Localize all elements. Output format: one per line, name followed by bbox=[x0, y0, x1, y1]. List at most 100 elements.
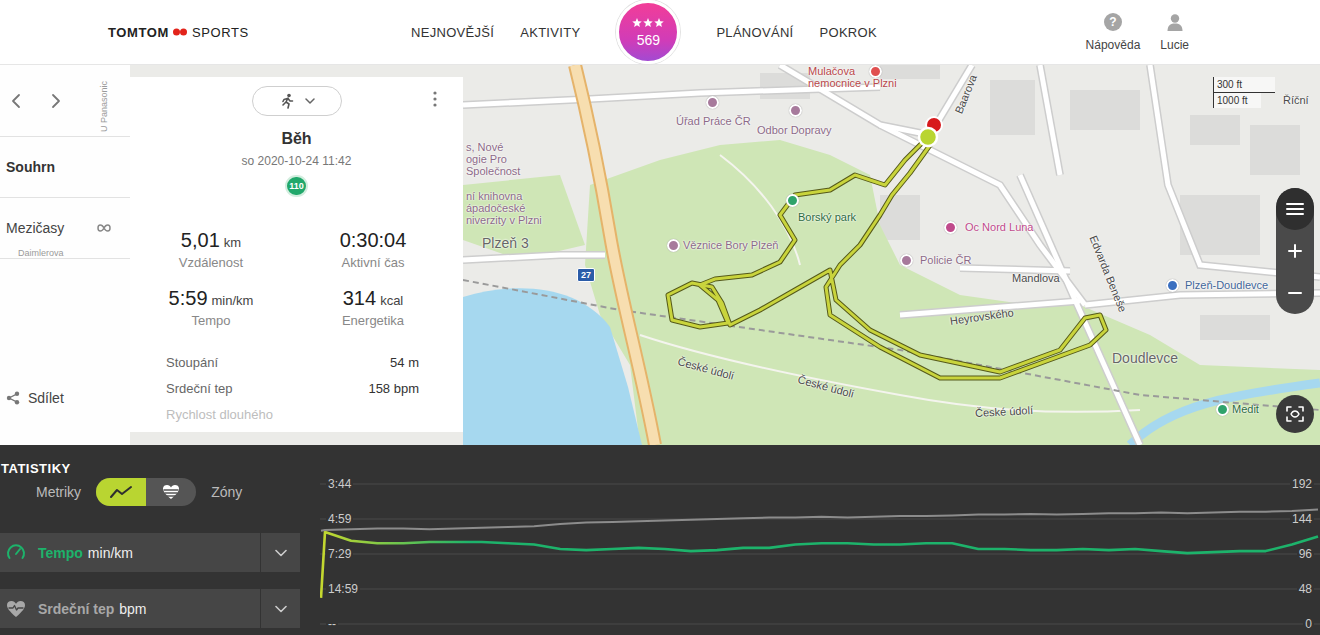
nav-link[interactable]: POKROK bbox=[820, 25, 877, 40]
park-icon[interactable] bbox=[1216, 403, 1229, 416]
axis-tick-left: 3:44 bbox=[326, 477, 353, 491]
nav-link[interactable]: NEJNOVĚJŠÍ bbox=[411, 25, 494, 40]
map-label: Úřad Práce ČR bbox=[676, 115, 751, 127]
map-label: Borský park bbox=[798, 211, 856, 223]
user-menu[interactable]: Lucie bbox=[1160, 13, 1189, 52]
map[interactable]: SouhrnMezičasySdíletBěhso 2020-10-24 11:… bbox=[0, 65, 1320, 445]
top-bar: TOMTOMSPORTSNEJNOVĚJŠÍ AKTIVITY 569 PLÁNOVÁ… bbox=[0, 0, 1320, 65]
stat: 0:30:04Aktivní čas bbox=[292, 228, 454, 271]
map-label: Oc Nord Luna bbox=[965, 221, 1033, 233]
map-label: Společnost bbox=[466, 165, 520, 177]
metric-label: Tempo bbox=[38, 545, 83, 561]
stat-value-row: 5,01 km bbox=[181, 228, 241, 252]
grid-line bbox=[320, 554, 1320, 555]
stat-label: Energetika bbox=[342, 313, 404, 329]
help-icon: ? bbox=[1104, 13, 1122, 31]
previous-icon[interactable] bbox=[10, 93, 22, 109]
map-label: Medit bbox=[1232, 403, 1259, 415]
map-label: nemocnice v Plzni bbox=[808, 77, 897, 89]
menu-icon bbox=[1286, 202, 1304, 216]
line-chart[interactable] bbox=[320, 445, 1320, 635]
logo[interactable]: TOMTOMSPORTS bbox=[0, 25, 411, 40]
map-label: Mandlova bbox=[1012, 272, 1060, 284]
view-toggle-option[interactable] bbox=[146, 478, 196, 506]
metric-expand-toggle[interactable] bbox=[260, 589, 300, 628]
sidebar-item[interactable]: Souhrn bbox=[0, 137, 130, 198]
stat-value: 5:59 bbox=[169, 286, 208, 310]
axis-tick-left: -- bbox=[326, 617, 338, 631]
logo-brand: TOMTOM bbox=[108, 25, 169, 40]
axis-tick-left: 7:29 bbox=[326, 547, 353, 561]
runner-icon bbox=[279, 93, 295, 109]
map-label: České údolí bbox=[975, 404, 1034, 419]
heart-rate-icon bbox=[6, 600, 26, 618]
score-value: 569 bbox=[637, 32, 660, 48]
map-label: Heyrovského bbox=[949, 306, 1014, 327]
statistics-panel: TATISTIKYMetrikyZónyTempomin/kmSrdeční t… bbox=[0, 445, 1320, 635]
activity-date: so 2020-10-24 11:42 bbox=[242, 154, 352, 168]
view-toggle-row: MetrikyZóny bbox=[0, 478, 320, 506]
stat-value-row: 5:59min/km bbox=[169, 286, 254, 310]
sidebar-item[interactable]: Mezičasy bbox=[0, 198, 130, 259]
fit-route-button[interactable] bbox=[1276, 395, 1314, 433]
help-label: Nápověda bbox=[1086, 38, 1141, 52]
detail-list: Stoupání54 mSrdeční tep158 bpmRychlost d… bbox=[130, 349, 463, 427]
detail-label: Rychlost dlouhého bbox=[166, 407, 273, 422]
map-scale: 300 ft1000 ft bbox=[1213, 77, 1275, 108]
view-toggle-option[interactable] bbox=[96, 478, 146, 506]
police-icon[interactable] bbox=[900, 254, 913, 267]
activity-type-select[interactable] bbox=[252, 86, 342, 116]
tempo-line bbox=[321, 532, 1318, 598]
map-label: niverzity v Plzni bbox=[466, 214, 542, 226]
scale-imperial: 1000 ft bbox=[1213, 93, 1261, 108]
tomtom-hands-icon bbox=[172, 26, 188, 38]
prison-icon[interactable] bbox=[667, 239, 680, 252]
metric-unit: bpm bbox=[119, 601, 146, 617]
office-icon[interactable] bbox=[789, 104, 802, 117]
bus-stop-icon[interactable] bbox=[1166, 279, 1179, 292]
stat-value: 5,01 bbox=[181, 228, 220, 252]
view-toggle bbox=[96, 478, 196, 506]
user-name: Lucie bbox=[1160, 38, 1189, 52]
metric-row[interactable]: Srdeční tepbpm bbox=[0, 589, 300, 628]
office-icon[interactable] bbox=[706, 96, 719, 109]
activity-card: Běhso 2020-10-24 11:421105,01kmVzdálenos… bbox=[130, 77, 463, 432]
stat-unit: km bbox=[224, 235, 241, 250]
map-label: České údolí bbox=[796, 373, 855, 400]
minus-icon bbox=[1288, 286, 1302, 300]
map-label: Doudlevce bbox=[1112, 350, 1178, 366]
hospital-icon[interactable] bbox=[869, 65, 882, 78]
stat-unit: kcal bbox=[380, 293, 403, 308]
nav-link[interactable]: AKTIVITY bbox=[520, 25, 580, 40]
shop-icon[interactable] bbox=[944, 221, 957, 234]
start-marker[interactable] bbox=[919, 128, 937, 146]
next-icon[interactable] bbox=[50, 93, 62, 109]
chevron-down-icon bbox=[275, 605, 287, 613]
help-link[interactable]: ? Nápověda bbox=[1086, 13, 1141, 52]
park-icon[interactable] bbox=[786, 194, 799, 207]
activity-sidebar: Souhrn Mezičasy Sdílet bbox=[0, 65, 130, 445]
heart-zones-icon bbox=[162, 484, 180, 500]
share-button[interactable]: Sdílet bbox=[0, 375, 130, 421]
axis-tick-right: 96 bbox=[1297, 547, 1314, 561]
stat-value-row: 0:30:04 bbox=[340, 228, 407, 252]
map-label: ápadočeské bbox=[466, 202, 525, 214]
map-label: Policie ČR bbox=[920, 254, 971, 266]
metric-row[interactable]: Tempomin/km bbox=[0, 533, 300, 572]
scale-metric: 300 ft bbox=[1213, 77, 1275, 93]
stat-value: 0:30:04 bbox=[340, 228, 407, 252]
zoom-in-button[interactable] bbox=[1276, 230, 1314, 272]
metric-expand-toggle[interactable] bbox=[260, 533, 300, 572]
stat-label: Tempo bbox=[191, 313, 230, 329]
map-label: Věznice Bory Plzeň bbox=[683, 239, 778, 251]
map-label: České údolí bbox=[676, 355, 735, 382]
zoom-out-button[interactable] bbox=[1276, 272, 1314, 314]
score-badge[interactable]: 569 bbox=[616, 0, 680, 64]
grid-line bbox=[320, 589, 1320, 590]
layers-button[interactable] bbox=[1276, 188, 1314, 230]
more-icon[interactable] bbox=[433, 91, 437, 107]
map-label: ní knihovna bbox=[466, 190, 522, 202]
sidebar-item-label: Mezičasy bbox=[6, 220, 64, 236]
nav-link[interactable]: PLÁNOVÁNÍ bbox=[716, 25, 793, 40]
stat-value-row: 314kcal bbox=[343, 286, 404, 310]
